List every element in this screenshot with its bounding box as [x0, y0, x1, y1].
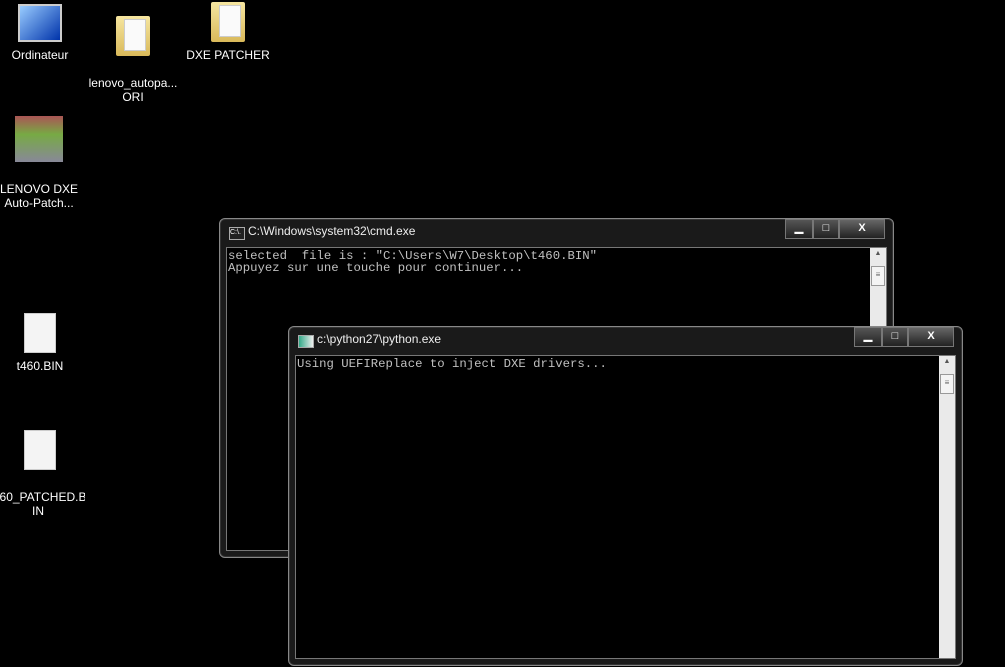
- folder-icon: [211, 2, 245, 42]
- title-bar[interactable]: c:\python27\python.exe ▁ □ X: [289, 327, 962, 353]
- python-icon: [298, 335, 314, 348]
- console-output: Using UEFIReplace to inject DXE drivers.…: [297, 357, 607, 371]
- python-window: c:\python27\python.exe ▁ □ X Using UEFIR…: [288, 326, 963, 666]
- console-area[interactable]: Using UEFIReplace to inject DXE drivers.…: [295, 355, 956, 659]
- minimize-button[interactable]: ▁: [785, 219, 813, 239]
- console-output: selected file is : "C:\Users\W7\Desktop\…: [228, 249, 597, 275]
- desktop-icon-t460-patched[interactable]: t460_PATCHED.B IN: [0, 416, 85, 532]
- desktop-icon-lenovo-folder[interactable]: lenovo_autopa... ORI: [88, 2, 178, 104]
- icon-label: Ordinateur: [11, 48, 69, 62]
- maximize-button[interactable]: □: [882, 327, 908, 347]
- desktop-icon-dxe-patcher[interactable]: DXE PATCHER: [183, 2, 273, 62]
- cmd-icon: C:\.: [229, 227, 245, 240]
- folder-icon: [116, 16, 150, 56]
- desktop-icon-t460-bin[interactable]: t460.BIN: [0, 313, 85, 373]
- icon-label: t460_PATCHED.B IN: [0, 490, 85, 518]
- close-button[interactable]: X: [839, 219, 885, 239]
- window-title: C:\Windows\system32\cmd.exe: [248, 224, 416, 238]
- file-icon: [24, 430, 56, 470]
- desktop-icon-lenovo-dxe-autopatch[interactable]: LENOVO DXE Auto-Patch...: [0, 102, 84, 210]
- window-title: c:\python27\python.exe: [317, 332, 442, 346]
- title-bar[interactable]: C:\. C:\Windows\system32\cmd.exe ▁ □ X: [220, 219, 893, 245]
- file-icon: [24, 313, 56, 353]
- scroll-up-icon[interactable]: ▲: [870, 250, 886, 257]
- desktop-icon-computer[interactable]: Ordinateur: [0, 4, 85, 62]
- icon-label: t460.BIN: [16, 359, 64, 373]
- maximize-button[interactable]: □: [813, 219, 839, 239]
- icon-label: LENOVO DXE Auto-Patch...: [0, 182, 79, 210]
- icon-label: DXE PATCHER: [186, 48, 270, 62]
- close-button[interactable]: X: [908, 327, 954, 347]
- scroll-up-icon[interactable]: ▲: [939, 358, 955, 365]
- scroll-thumb[interactable]: ≡: [871, 266, 885, 286]
- scroll-thumb[interactable]: ≡: [940, 374, 954, 394]
- icon-label: lenovo_autopa... ORI: [88, 76, 178, 104]
- app-shield-icon: [15, 116, 63, 162]
- scrollbar[interactable]: ▲ ≡: [939, 356, 955, 658]
- minimize-button[interactable]: ▁: [854, 327, 882, 347]
- computer-icon: [18, 4, 62, 42]
